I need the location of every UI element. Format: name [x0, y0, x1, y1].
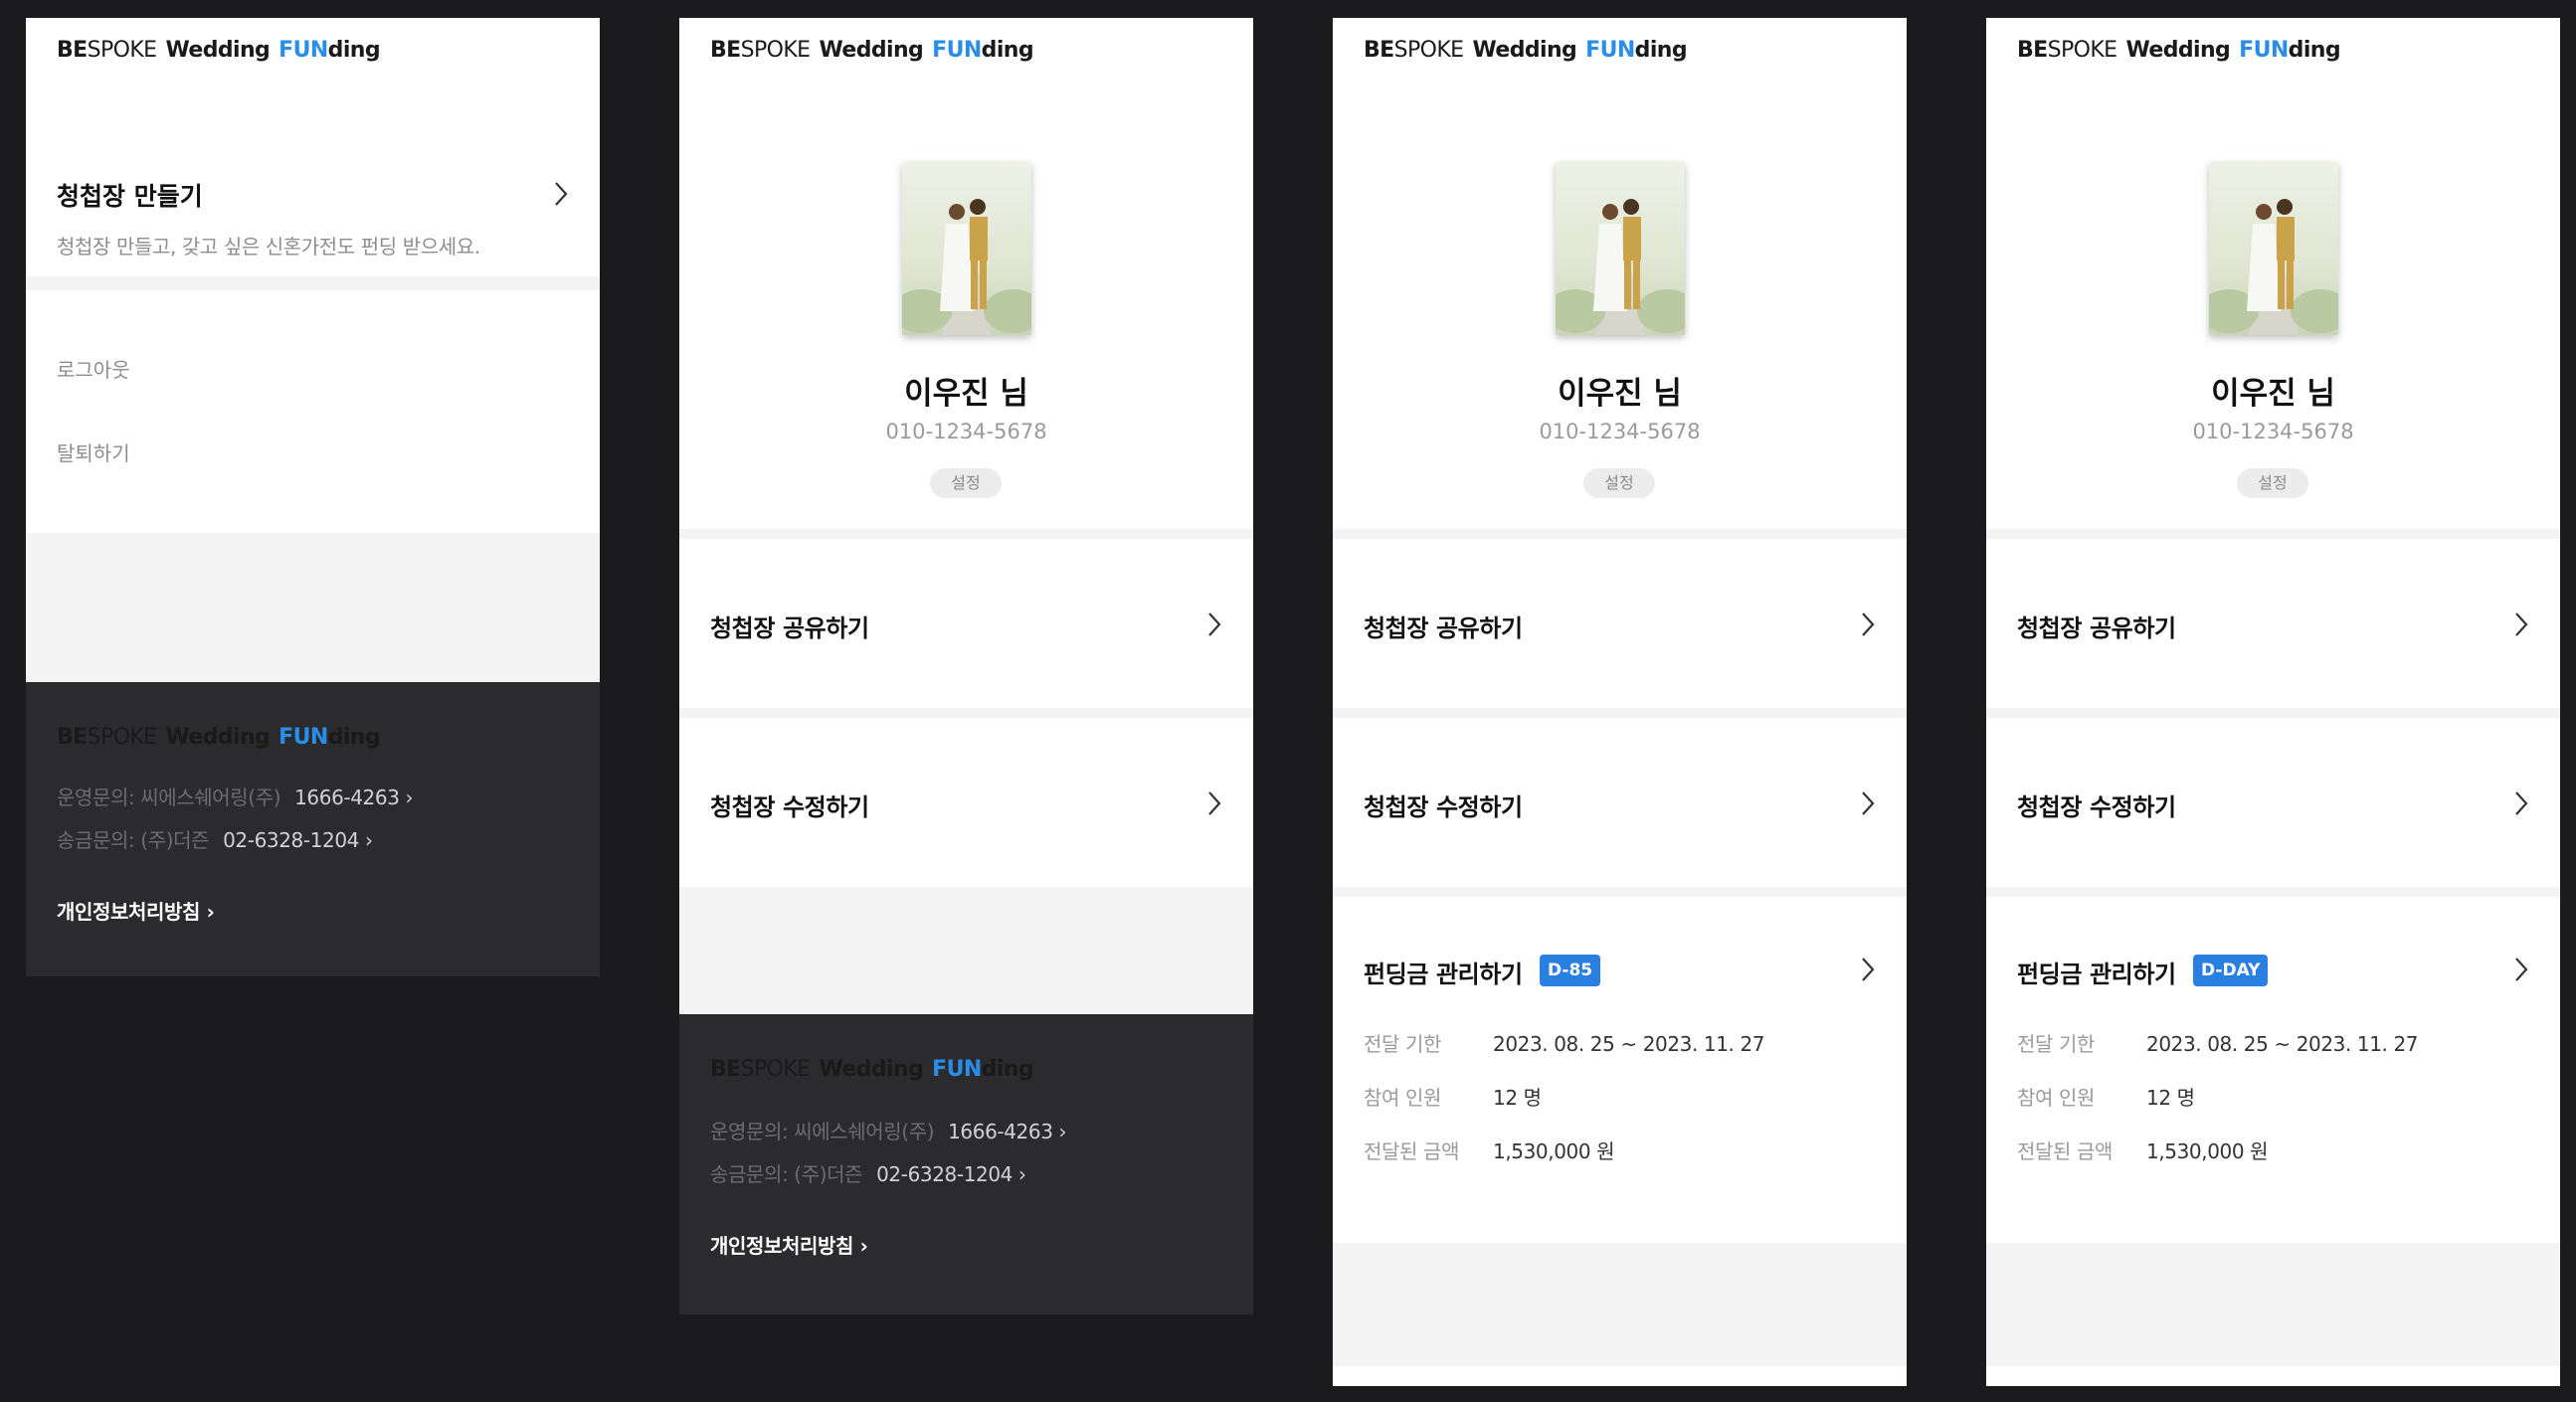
funding-period-row: 전달 기한 2023. 08. 25 ~ 2023. 11. 27 — [1364, 1032, 1765, 1056]
couple-photo — [1556, 162, 1685, 335]
privacy-policy-link[interactable]: 개인정보처리방침 › — [57, 896, 215, 925]
screen-menu-funding-d85: BESPOKE Wedding FUNding 이우진 님 010-1234-567… — [1333, 18, 1907, 1386]
create-invitation-title: 청첩장 만들기 — [57, 182, 203, 211]
funding-section: 펀딩금 관리하기 D-DAY 전달 기한 2023. 08. 25 ~ 2023.… — [1986, 897, 2560, 1243]
settings-button[interactable]: 설정 — [930, 468, 1002, 498]
footer-brand-logo: BESPOKE Wedding FUNding — [57, 725, 381, 750]
privacy-policy-link[interactable]: 개인정보처리방침 › — [710, 1230, 868, 1259]
amount-row: 전달된 금액 1,530,000 원 — [2017, 1139, 2269, 1163]
screen-menu-funding-dday: BESPOKE Wedding FUNding 이우진 님 010-1234-567… — [1986, 18, 2560, 1386]
menu-panel: BESPOKE Wedding FUNding 이우진 님 010-1234-567… — [679, 18, 1253, 1014]
chevron-right-icon — [2515, 613, 2528, 636]
chevron-right-icon — [555, 182, 568, 206]
menu-panel: BESPOKE Wedding FUNding 청첩장 만들기 청첩장 만들고, 갖… — [26, 18, 600, 682]
empty-area — [1333, 1243, 1907, 1366]
dday-badge: D-85 — [1540, 955, 1601, 986]
amount-row: 전달된 금액 1,530,000 원 — [1364, 1139, 1615, 1163]
menu-panel: BESPOKE Wedding FUNding 이우진 님 010-1234-567… — [1986, 18, 2560, 1386]
edit-invitation-button[interactable]: 청첩장 수정하기 — [1333, 718, 1907, 887]
user-phone: 010-1234-5678 — [1539, 420, 1701, 443]
create-invitation-button[interactable]: 청첩장 만들기 청첩장 만들고, 갖고 싶은 신혼가전도 펀딩 받으세요. — [26, 18, 600, 276]
screen-menu-logged-out: BESPOKE Wedding FUNding 청첩장 만들기 청첩장 만들고, 갖… — [26, 18, 600, 976]
funding-manage-label[interactable]: 펀딩금 관리하기 — [2017, 955, 2176, 989]
share-invitation-button[interactable]: 청첩장 공유하기 — [679, 539, 1253, 708]
footer-brand-logo: BESPOKE Wedding FUNding — [710, 1057, 1034, 1082]
user-phone: 010-1234-5678 — [885, 420, 1047, 443]
chevron-right-icon — [1208, 791, 1221, 815]
chevron-right-icon — [2515, 791, 2528, 815]
remit-contact[interactable]: 송금문의: (주)더즌 02-6328-1204 › — [57, 824, 373, 853]
user-name: 이우진 님 — [2211, 376, 2335, 412]
couple-photo — [2209, 162, 2338, 335]
funding-section: 펀딩금 관리하기 D-85 전달 기한 2023. 08. 25 ~ 2023. … — [1333, 897, 1907, 1243]
profile-section: 이우진 님 010-1234-5678 설정 — [1986, 18, 2560, 529]
couple-photo — [902, 162, 1031, 335]
account-section: 로그아웃 탈퇴하기 — [26, 290, 600, 533]
remit-contact[interactable]: 송금문의: (주)더즌 02-6328-1204 › — [710, 1158, 1026, 1187]
settings-button[interactable]: 설정 — [2237, 468, 2308, 498]
chevron-right-icon — [1862, 613, 1875, 636]
footer: BESPOKE Wedding FUNding 운영문의: 씨에스쉐어링(주) 166… — [679, 1014, 1253, 1314]
empty-area — [1986, 1243, 2560, 1366]
ops-contact[interactable]: 운영문의: 씨에스쉐어링(주) 1666-4263 › — [710, 1116, 1067, 1144]
settings-button[interactable]: 설정 — [1583, 468, 1655, 498]
chevron-right-icon — [1862, 791, 1875, 815]
user-phone: 010-1234-5678 — [2192, 420, 2354, 443]
chevron-right-icon — [1208, 613, 1221, 636]
footer: BESPOKE Wedding FUNding 운영문의: 씨에스쉐어링(주) 166… — [26, 682, 600, 976]
withdraw-link[interactable]: 탈퇴하기 — [57, 438, 130, 466]
ops-contact[interactable]: 운영문의: 씨에스쉐어링(주) 1666-4263 › — [57, 782, 414, 810]
chevron-right-icon[interactable] — [2514, 957, 2528, 982]
screen-menu-invitation: BESPOKE Wedding FUNding 이우진 님 010-1234-567… — [679, 18, 1253, 1314]
menu-panel: BESPOKE Wedding FUNding 이우진 님 010-1234-567… — [1333, 18, 1907, 1386]
logout-link[interactable]: 로그아웃 — [57, 354, 130, 383]
share-invitation-button[interactable]: 청첩장 공유하기 — [1986, 539, 2560, 708]
funding-manage-label[interactable]: 펀딩금 관리하기 — [1364, 955, 1523, 989]
edit-invitation-button[interactable]: 청첩장 수정하기 — [679, 718, 1253, 887]
dday-badge: D-DAY — [2193, 955, 2269, 986]
profile-section: 이우진 님 010-1234-5678 설정 — [1333, 18, 1907, 529]
profile-section: 이우진 님 010-1234-5678 설정 — [679, 18, 1253, 529]
empty-area — [26, 533, 600, 682]
user-name: 이우진 님 — [1558, 376, 1682, 412]
participants-row: 참여 인원 12 명 — [2017, 1086, 2195, 1110]
user-name: 이우진 님 — [904, 376, 1028, 412]
create-invitation-subtitle: 청첩장 만들고, 갖고 싶은 신혼가전도 펀딩 받으세요. — [57, 235, 480, 259]
edit-invitation-button[interactable]: 청첩장 수정하기 — [1986, 718, 2560, 887]
participants-row: 참여 인원 12 명 — [1364, 1086, 1542, 1110]
funding-period-row: 전달 기한 2023. 08. 25 ~ 2023. 11. 27 — [2017, 1032, 2419, 1056]
share-invitation-button[interactable]: 청첩장 공유하기 — [1333, 539, 1907, 708]
chevron-right-icon[interactable] — [1861, 957, 1875, 982]
empty-area — [679, 887, 1253, 1014]
